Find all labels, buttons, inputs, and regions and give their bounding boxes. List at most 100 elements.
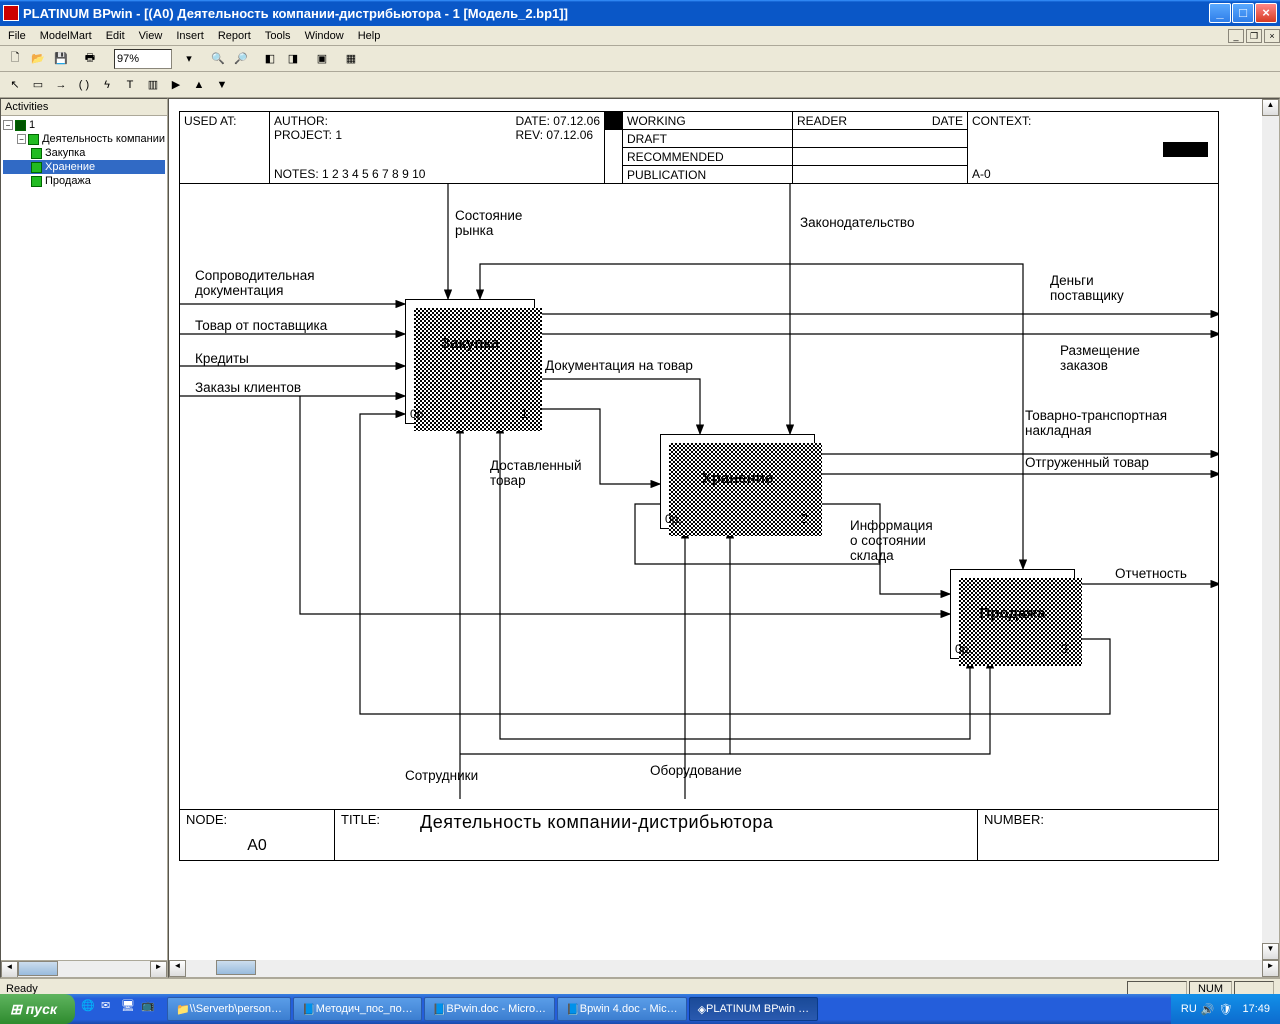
system-tray[interactable]: RU 🔊 🛡 17:49 (1171, 994, 1280, 1024)
number-label: NUMBER: (984, 812, 1044, 827)
folder-icon (15, 120, 26, 131)
lang-indicator[interactable]: RU (1181, 1003, 1197, 1015)
tool-c-button[interactable]: ▣ (311, 48, 333, 70)
nav-down[interactable]: ▼ (211, 74, 233, 96)
arrow-label: Отчетность (1115, 567, 1187, 582)
ql-icon[interactable]: 📺 (141, 999, 159, 1019)
arrow-tool[interactable]: → (50, 74, 72, 96)
activity-num: 3 (1061, 641, 1068, 656)
task-button[interactable]: 📘 Bpwin 4.doc - Mic… (557, 997, 687, 1021)
tool-b-button[interactable]: ◨ (282, 48, 304, 70)
task-button[interactable]: 📘 BPwin.doc - Micro… (424, 997, 555, 1021)
save-button[interactable]: 💾 (50, 48, 72, 70)
activity-icon (31, 148, 42, 159)
zoom-out-button[interactable]: 🔎 (230, 48, 252, 70)
zoom-input[interactable] (114, 49, 172, 69)
tray-icon[interactable]: 🛡 (1219, 1003, 1233, 1016)
app-icon (3, 5, 19, 21)
tree-label: Продажа (45, 175, 91, 187)
close-button[interactable]: × (1255, 3, 1277, 23)
status-ready: Ready (6, 983, 38, 995)
menu-report[interactable]: Report (218, 30, 251, 42)
task-label: BPwin.doc - Micro… (446, 1003, 546, 1015)
mdi-minimize-button[interactable]: _ (1228, 29, 1244, 43)
new-button[interactable]: 🗋 (4, 48, 26, 70)
arrow-label: Сотрудники (405, 769, 478, 784)
activity-box-1[interactable]: Закупка 0р. 1 (405, 299, 535, 424)
zoom-dropdown[interactable]: ▾ (178, 48, 200, 70)
start-label: пуск (26, 1001, 57, 1017)
task-button[interactable]: 📘 Методич_пос_по… (293, 997, 422, 1021)
start-button[interactable]: ⊞пуск (0, 994, 75, 1024)
canvas-vscroll[interactable]: ▲▼ (1262, 99, 1279, 960)
window-title: PLATINUM BPwin - [(A0) Деятельность комп… (23, 6, 1208, 21)
tree-item-storage[interactable]: Хранение (3, 160, 165, 174)
menu-window[interactable]: Window (305, 30, 344, 42)
task-button-active[interactable]: ◈ PLATINUM BPwin … (689, 997, 819, 1021)
tree-label: Закупка (45, 147, 85, 159)
squiggle-tool[interactable]: ϟ (96, 74, 118, 96)
print-button[interactable]: 🖶 (79, 48, 101, 70)
activity-tree[interactable]: −1 −Деятельность компании Закупка Хранен… (1, 116, 167, 960)
menu-insert[interactable]: Insert (176, 30, 204, 42)
activity-num: 2 (801, 511, 808, 526)
status-recommended: RECOMMENDED (623, 148, 792, 166)
context-label: CONTEXT: (972, 114, 1214, 128)
activity-name: Продажа (951, 605, 1074, 622)
paren-tool[interactable]: ( ) (73, 74, 95, 96)
ql-icon[interactable]: 🖥 (121, 999, 139, 1019)
activity-box-2[interactable]: Хранение 0р. 2 (660, 434, 815, 529)
open-button[interactable]: 📂 (27, 48, 49, 70)
menu-modelmart[interactable]: ModelMart (40, 30, 92, 42)
tree-item-sales[interactable]: Продажа (3, 174, 165, 188)
activity-cost: 0р. (410, 407, 427, 421)
ql-icon[interactable]: ✉ (101, 999, 119, 1019)
tool-d-button[interactable]: ▦ (340, 48, 362, 70)
reader-label: READER (797, 114, 847, 128)
diagram-body[interactable]: Закупка 0р. 1 Хранение 0р. 2 Продажа 3 0… (180, 184, 1218, 809)
canvas-hscroll[interactable]: ◄► (169, 960, 1279, 977)
clock[interactable]: 17:49 (1242, 1003, 1270, 1015)
shape-toolbar: ↖ ▭ → ( ) ϟ T ▥ ▶ ▲ ▼ (0, 72, 1280, 98)
main-toolbar: 🗋 📂 💾 🖶 ▾ 🔍 🔎 ◧ ◨ ▣ ▦ (0, 46, 1280, 72)
menu-view[interactable]: View (139, 30, 163, 42)
activity-icon (31, 176, 42, 187)
task-label: PLATINUM BPwin … (706, 1003, 809, 1015)
menu-help[interactable]: Help (358, 30, 381, 42)
tree-item-company[interactable]: −Деятельность компании (3, 132, 165, 146)
task-label: Bpwin 4.doc - Mic… (580, 1003, 678, 1015)
context-box (1163, 142, 1208, 157)
tool-a-button[interactable]: ◧ (259, 48, 281, 70)
diagram-canvas[interactable]: USED AT: AUTHOR: PROJECT: 1 DATE: 07.12.… (168, 98, 1280, 978)
box-tool[interactable]: ▭ (27, 74, 49, 96)
tree-item-purchase[interactable]: Закупка (3, 146, 165, 160)
tray-icon[interactable]: 🔊 (1201, 1003, 1215, 1016)
rev-label: REV: 07.12.06 (516, 128, 601, 142)
ql-icon[interactable]: 🌐 (81, 999, 99, 1019)
zoom-in-button[interactable]: 🔍 (207, 48, 229, 70)
mdi-close-button[interactable]: × (1264, 29, 1280, 43)
arrow-label: Информация о состоянии склада (850, 519, 933, 564)
diagram-tool[interactable]: ▥ (142, 74, 164, 96)
mdi-restore-button[interactable]: ❐ (1246, 29, 1262, 43)
tree-item-root[interactable]: −1 (3, 118, 165, 132)
title-label: TITLE: (341, 812, 380, 859)
activity-box-3[interactable]: Продажа 3 0р. (950, 569, 1075, 659)
text-tool[interactable]: T (119, 74, 141, 96)
menu-tools[interactable]: Tools (265, 30, 291, 42)
nav-up[interactable]: ▲ (188, 74, 210, 96)
arrow-label: Документация на товар (545, 359, 693, 374)
minimize-button[interactable]: _ (1209, 3, 1231, 23)
nav-right[interactable]: ▶ (165, 74, 187, 96)
task-button[interactable]: 📁 \\Serverb\person… (167, 997, 291, 1021)
quick-launch[interactable]: 🌐 ✉ 🖥 📺 (81, 999, 159, 1019)
window-titlebar: PLATINUM BPwin - [(A0) Деятельность комп… (0, 0, 1280, 26)
sidebar-hscroll[interactable]: ◄► (1, 960, 167, 977)
node-value: A0 (186, 837, 328, 855)
notes-label: NOTES: 1 2 3 4 5 6 7 8 9 10 (274, 167, 425, 181)
menu-file[interactable]: File (8, 30, 26, 42)
pointer-tool[interactable]: ↖ (4, 74, 26, 96)
maximize-button[interactable]: □ (1232, 3, 1254, 23)
menu-edit[interactable]: Edit (106, 30, 125, 42)
status-publication: PUBLICATION (623, 166, 792, 183)
